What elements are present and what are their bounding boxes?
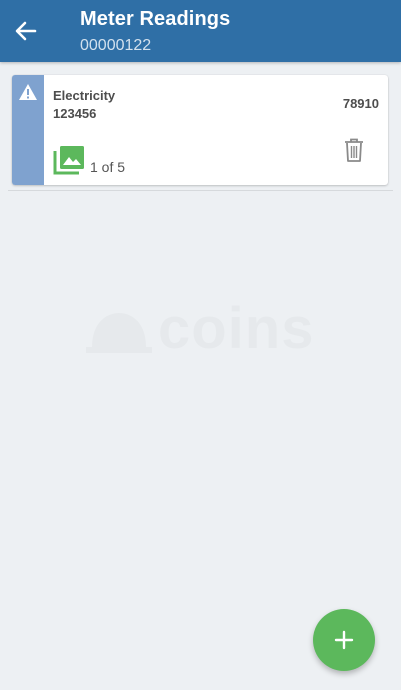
meter-serial-number: 123456: [53, 106, 97, 121]
back-button[interactable]: [10, 14, 42, 48]
meter-type: Electricity: [53, 88, 116, 103]
list-divider: [8, 190, 393, 191]
page-title: Meter Readings: [80, 8, 231, 30]
photo-count: 1 of 5: [90, 159, 126, 175]
meter-reading-card[interactable]: Electricity 123456 78910 1 of 5: [12, 75, 388, 185]
warning-icon: [19, 84, 37, 100]
page-subtitle: 00000122: [80, 37, 152, 54]
hard-hat-icon: [86, 313, 152, 353]
arrow-left-icon: [15, 21, 37, 41]
watermark-text: coins: [158, 296, 315, 361]
photo-attachments[interactable]: 1 of 5: [53, 145, 125, 175]
status-strip: [12, 75, 44, 185]
plus-icon: [334, 630, 354, 650]
app-bar: Meter Readings 00000122: [0, 0, 401, 62]
meter-reading-value: 78910: [342, 96, 379, 111]
photo-library-icon: [53, 146, 84, 175]
delete-button[interactable]: [342, 137, 366, 163]
add-reading-button[interactable]: [313, 609, 375, 671]
coins-watermark: coins: [86, 300, 315, 358]
trash-icon: [345, 138, 363, 162]
